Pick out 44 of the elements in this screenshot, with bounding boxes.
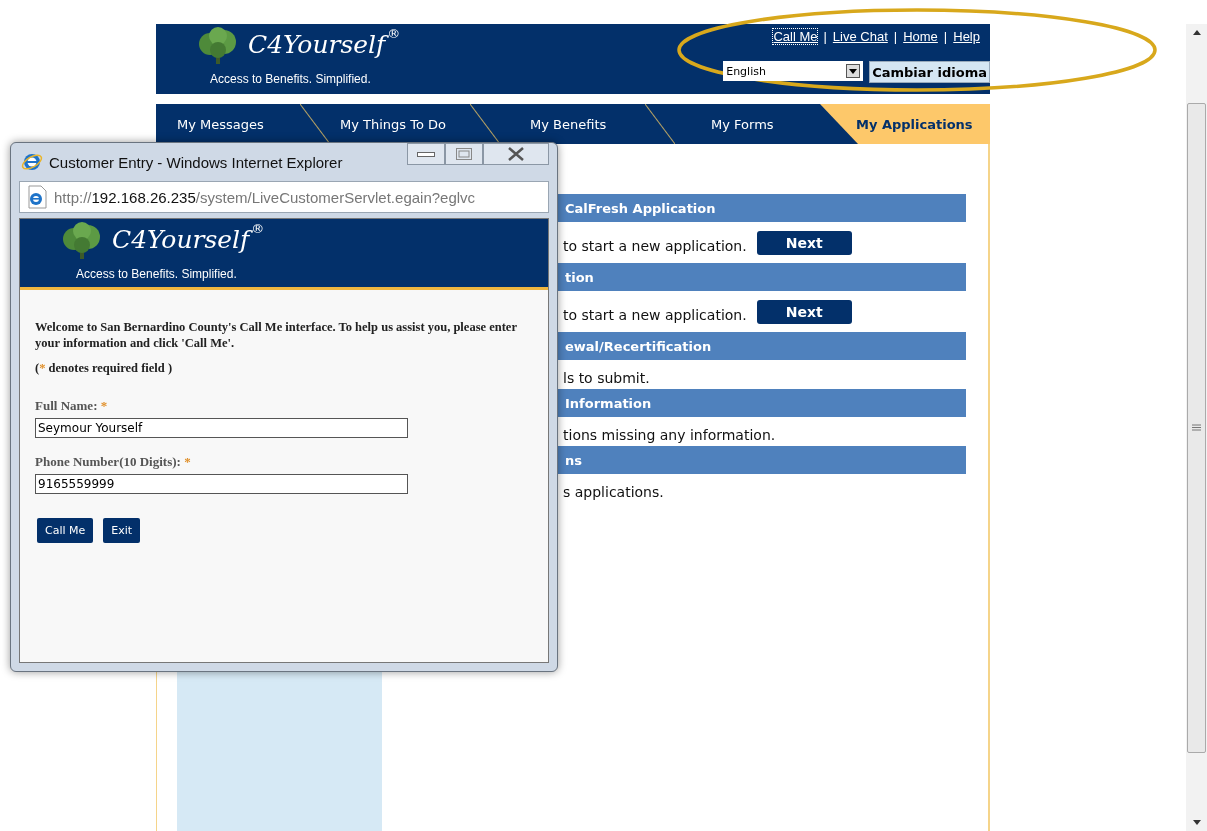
browser-e-icon xyxy=(21,151,43,173)
field-label: Full Name: * xyxy=(35,398,109,415)
header-link[interactable]: Live Chat xyxy=(832,29,888,44)
link-separator: | xyxy=(943,29,948,44)
header-link[interactable]: Home xyxy=(903,29,938,44)
required-note: (* denotes required field ) xyxy=(35,361,174,377)
header-link[interactable]: Call Me xyxy=(773,29,818,44)
field-label: Phone Number(10 Digits): * xyxy=(35,454,192,471)
scroll-down-icon[interactable] xyxy=(1191,819,1202,827)
link-separator: | xyxy=(893,29,898,44)
next-button[interactable]: Next xyxy=(756,299,852,324)
nav-tab[interactable]: My Benefits xyxy=(500,104,645,144)
maximize-button[interactable] xyxy=(445,143,483,165)
nav-tab[interactable]: My Messages xyxy=(156,104,300,144)
link-separator: | xyxy=(823,29,827,44)
language-select[interactable]: English xyxy=(723,61,864,81)
address-bar[interactable]: http://192.168.26.235/system/LiveCustomerServlet.egain?eglvc xyxy=(19,181,549,213)
section-text: s applications. xyxy=(563,482,664,500)
grip-icon xyxy=(1192,424,1201,431)
input-field[interactable]: Seymour Yourself xyxy=(35,418,408,439)
scroll-up-icon[interactable] xyxy=(1191,28,1202,36)
section-text: to start a new application. xyxy=(563,305,747,323)
site-tagline: Access to Benefits. Simplified. xyxy=(75,267,238,281)
change-language-button[interactable]: Cambiar idioma xyxy=(869,61,990,83)
header-link[interactable]: Help xyxy=(953,29,980,44)
window-title: Customer Entry - Windows Internet Explorer xyxy=(49,153,343,171)
scrollbar-thumb[interactable] xyxy=(1187,102,1206,753)
minimize-icon xyxy=(417,151,435,157)
nav-tab[interactable]: My Things To Do xyxy=(330,104,470,144)
minimize-button[interactable] xyxy=(407,143,445,165)
section-text: tions missing any information. xyxy=(563,425,776,443)
page-icon xyxy=(26,185,48,209)
section-text: to start a new application. xyxy=(563,236,747,254)
close-button[interactable] xyxy=(483,143,549,165)
maximize-icon xyxy=(456,148,472,160)
next-button[interactable]: Next xyxy=(756,230,852,255)
close-icon xyxy=(507,147,525,161)
section-text: ls to submit. xyxy=(563,368,650,386)
site-tagline: Access to Benefits. Simplified. xyxy=(209,72,372,86)
form-button[interactable]: Exit xyxy=(103,518,141,544)
input-field[interactable]: 9165559999 xyxy=(35,474,408,495)
nav-tab[interactable]: My Forms xyxy=(675,104,820,144)
form-button[interactable]: Call Me xyxy=(37,518,94,544)
nav-tab[interactable]: My Applications xyxy=(820,104,990,144)
